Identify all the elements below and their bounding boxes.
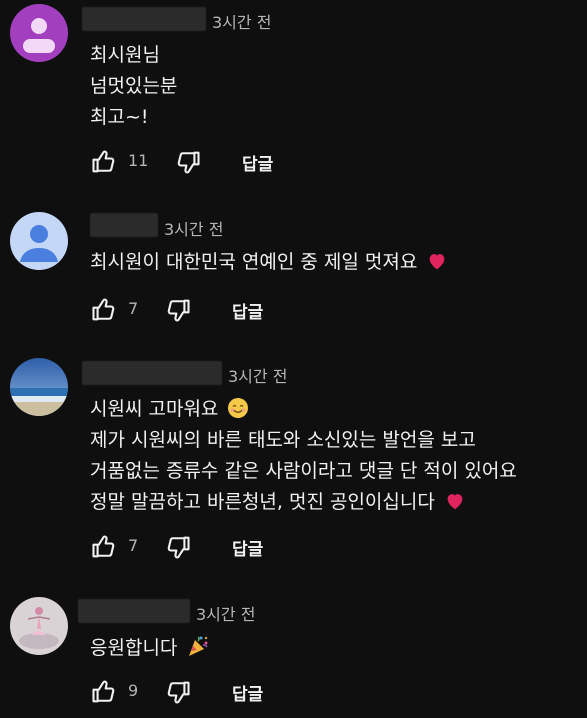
thumbs-down-icon[interactable]	[164, 533, 192, 561]
like-count: 9	[128, 681, 139, 700]
thumbs-up-icon[interactable]	[90, 296, 118, 324]
thumbs-up-icon[interactable]	[90, 148, 118, 176]
avatar[interactable]	[10, 212, 68, 270]
default-blue-avatar-icon	[10, 212, 68, 270]
comment-text-line: 정말 말끔하고 바른청년, 멋진 공인이십니다	[90, 489, 466, 515]
reply-button[interactable]: 답글	[232, 680, 263, 705]
comment-text: 시원씨 고마워요	[90, 398, 219, 420]
comment-actions: 7 답글	[90, 296, 310, 326]
comment-actions: 9 답글	[90, 678, 310, 708]
comment-actions: 11 답글	[90, 148, 310, 178]
like-count: 7	[128, 536, 139, 555]
thumbs-up-icon[interactable]	[90, 533, 118, 561]
avatar[interactable]	[10, 358, 68, 416]
comment-text: 응원합니다	[90, 637, 178, 659]
author-name[interactable]	[78, 599, 190, 623]
reply-button[interactable]: 답글	[242, 150, 273, 175]
thumbs-up-icon[interactable]	[90, 678, 118, 706]
thumbs-down-icon[interactable]	[164, 296, 192, 324]
author-name[interactable]	[90, 213, 158, 237]
like-count: 7	[128, 299, 139, 318]
comment-timestamp: 3시간 전	[164, 220, 224, 239]
author-name[interactable]	[82, 7, 206, 31]
comment-text-line: 응원합니다	[90, 634, 210, 661]
reply-button[interactable]: 답글	[232, 535, 263, 560]
thumbs-down-icon[interactable]	[174, 148, 202, 176]
like-count: 11	[128, 151, 149, 170]
comment-text: 정말 말끔하고 바른청년, 멋진 공인이십니다	[90, 491, 435, 513]
comment-text: 최시원이 대한민국 연예인 중 제일 멋져요	[90, 251, 418, 273]
avatar[interactable]	[10, 597, 68, 655]
author-name[interactable]	[82, 361, 222, 385]
comment-actions: 7 답글	[90, 533, 310, 563]
comment-text-line: 제가 시원씨의 바른 태도와 소신있는 발언을 보고	[90, 429, 476, 451]
smiling-face-icon	[228, 398, 249, 418]
comment-text-line: 최고~!	[90, 106, 149, 128]
comment-text-line: 시원씨 고마워요	[90, 396, 249, 422]
party-popper-icon	[189, 636, 209, 656]
avatar[interactable]	[10, 4, 68, 62]
thumbs-down-icon[interactable]	[164, 678, 192, 706]
comment-timestamp: 3시간 전	[228, 367, 288, 386]
beach-photo-avatar-icon	[10, 358, 68, 416]
comment-text-line: 거품없는 증류수 같은 사람이라고 댓글 단 적이 있어요	[90, 460, 517, 482]
comment-text-line: 넘멋있는분	[90, 75, 178, 97]
comment-text-line: 최시원님	[90, 44, 160, 66]
comment-timestamp: 3시간 전	[212, 13, 272, 32]
comment-timestamp: 3시간 전	[196, 605, 256, 624]
comment-text-line: 최시원이 대한민국 연예인 중 제일 멋져요	[90, 249, 448, 275]
red-heart-icon	[426, 250, 448, 272]
red-heart-icon	[444, 490, 466, 512]
default-purple-avatar-icon	[10, 4, 68, 62]
reply-button[interactable]: 답글	[232, 298, 263, 323]
ballerina-photo-avatar-icon	[10, 597, 68, 655]
